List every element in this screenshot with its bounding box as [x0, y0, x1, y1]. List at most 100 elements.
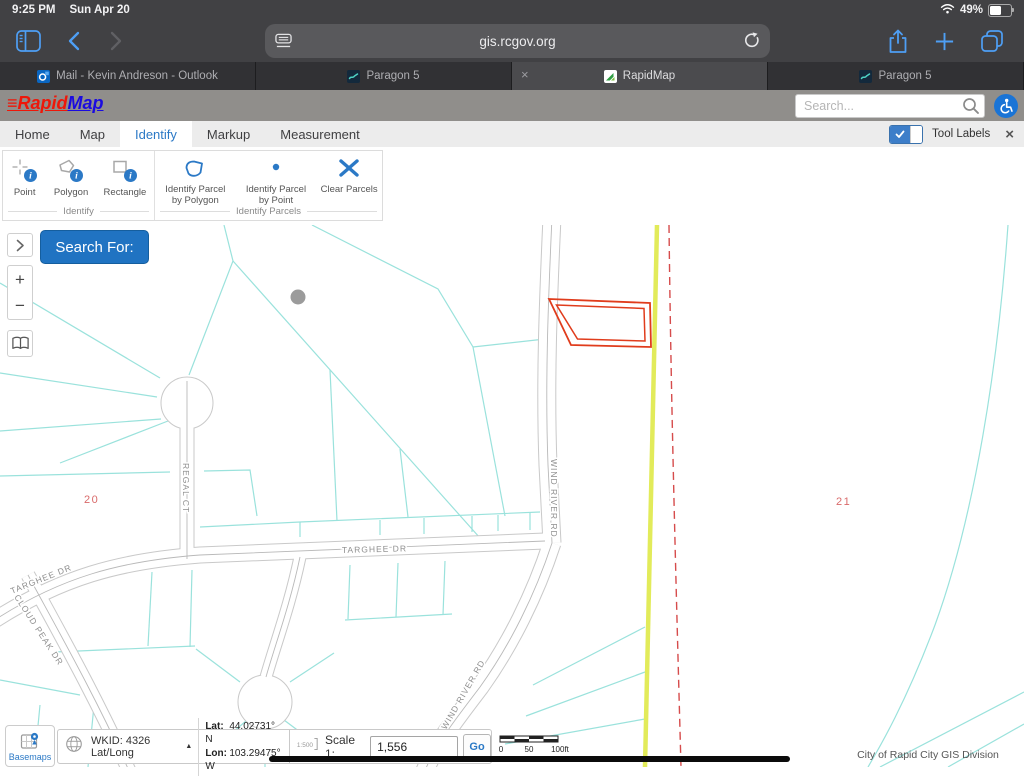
- basemaps-button[interactable]: Basemaps: [5, 725, 55, 767]
- home-indicator: [269, 756, 790, 762]
- svg-text:0: 0: [499, 745, 504, 754]
- menu-bar: Home Map Identify Markup Measurement Too…: [0, 121, 1024, 147]
- wifi-icon: [940, 3, 955, 17]
- zoom-in-button[interactable]: +: [7, 265, 33, 293]
- rapidmap-favicon: [603, 69, 617, 83]
- street-label-wind-river-upper: WIND RIVER RD: [549, 459, 559, 538]
- parcel-numbers: 20 21: [83, 493, 851, 509]
- share-icon[interactable]: [888, 29, 908, 54]
- page-settings-icon[interactable]: [275, 33, 292, 52]
- scale-bar: 0 50 100ft: [499, 735, 570, 754]
- bookmarks-button[interactable]: [7, 330, 33, 357]
- ribbon-toolbar: i Point i Polygon i Rectangle Identify I…: [0, 147, 1024, 225]
- sidebar-icon[interactable]: [16, 30, 41, 52]
- tab-markup[interactable]: Markup: [192, 121, 265, 147]
- scale-input[interactable]: [370, 735, 459, 758]
- expand-panel-button[interactable]: [7, 233, 33, 257]
- tab-title: Paragon 5: [878, 70, 932, 82]
- tab-map[interactable]: Map: [65, 121, 120, 147]
- accessibility-button[interactable]: [994, 94, 1018, 118]
- parcel-number-20: 20: [84, 494, 99, 506]
- city-limit-line: [642, 225, 660, 767]
- url-text: gis.rcgov.org: [479, 33, 556, 49]
- paragon-favicon: [859, 69, 873, 83]
- status-bar: 9:25 PM Sun Apr 20 49%: [0, 0, 1024, 20]
- street-label-targhee: TARGHEE DR: [342, 543, 407, 555]
- search-input[interactable]: [795, 94, 985, 118]
- svg-text:1:500: 1:500: [297, 742, 314, 749]
- wheelchair-icon: [1000, 98, 1013, 114]
- battery-icon: [988, 3, 1014, 17]
- map-attribution: City of Rapid City GIS Division: [857, 749, 999, 761]
- chevron-right-icon: [16, 239, 24, 251]
- identify-parcels-group: Identify Parcel by Polygon Identify Parc…: [155, 151, 382, 220]
- tool-labels-label: Tool Labels: [932, 128, 991, 140]
- clear-x-icon: [339, 159, 359, 177]
- book-icon: [11, 336, 29, 349]
- reload-icon[interactable]: [743, 32, 760, 52]
- map-point-marker: [290, 289, 306, 305]
- app-header: ≡RapidMap: [0, 90, 1024, 121]
- clear-parcels-button[interactable]: Clear Parcels: [321, 158, 378, 195]
- tab-title: Mail - Kevin Andreson - Outlook: [56, 70, 218, 82]
- tool-labels-toggle[interactable]: [889, 124, 924, 144]
- identify-rectangle-button[interactable]: i Rectangle: [104, 158, 146, 198]
- coordinates-panel: WKID: 4326 Lat/Long ▲ Lat: 44.02731° N Lo…: [57, 717, 290, 776]
- back-icon[interactable]: [67, 31, 81, 51]
- projection-icon: [58, 734, 87, 759]
- map-area: TARGHEE DR TARGHEE DR CLOUD PEAK DR REGA…: [0, 225, 1024, 767]
- tab-mail-outlook[interactable]: Mail - Kevin Andreson - Outlook: [0, 62, 256, 90]
- identify-polygon-button[interactable]: i Polygon: [54, 158, 88, 198]
- svg-text:50: 50: [525, 745, 534, 754]
- address-bar[interactable]: gis.rcgov.org: [265, 24, 770, 58]
- app-search: [795, 94, 985, 118]
- tab-measurement[interactable]: Measurement: [265, 121, 374, 147]
- close-tab-icon[interactable]: ×: [521, 67, 529, 83]
- tab-identify[interactable]: Identify: [119, 121, 192, 147]
- svg-text:i: i: [29, 172, 32, 182]
- tab-paragon-2[interactable]: Paragon 5: [768, 62, 1024, 90]
- identify-point-button[interactable]: i Point: [11, 158, 39, 198]
- paragon-favicon: [347, 69, 361, 83]
- boundary-dashed-line: [668, 225, 682, 767]
- blue-polygon-icon: [185, 160, 204, 177]
- rectangle-icon: i: [113, 160, 137, 182]
- tab-paragon-1[interactable]: Paragon 5: [256, 62, 512, 90]
- basemap-pin-icon: [20, 732, 38, 749]
- identify-parcel-by-polygon-button[interactable]: Identify Parcel by Polygon: [159, 158, 231, 207]
- battery-percent: 49%: [959, 4, 983, 16]
- svg-text:i: i: [75, 172, 78, 182]
- svg-text:i: i: [129, 172, 132, 182]
- identify-group-label: Identify: [8, 206, 149, 217]
- new-tab-icon[interactable]: [934, 31, 955, 52]
- blue-point-icon: [272, 163, 280, 171]
- map-canvas[interactable]: TARGHEE DR TARGHEE DR CLOUD PEAK DR REGA…: [0, 225, 1024, 767]
- search-icon[interactable]: [962, 97, 980, 120]
- tab-home[interactable]: Home: [0, 121, 65, 147]
- browser-toolbar: gis.rcgov.org: [0, 20, 1024, 62]
- check-icon: [890, 125, 911, 143]
- parcel-number-21: 21: [836, 496, 851, 508]
- parcel-lines: [0, 225, 1024, 767]
- point-crosshair-icon: i: [12, 159, 37, 182]
- clock: 9:25 PM: [12, 4, 56, 16]
- tab-strip: Mail - Kevin Andreson - Outlook Paragon …: [0, 62, 1024, 90]
- tab-rapidmap[interactable]: × RapidMap: [512, 62, 768, 90]
- close-toolbar-icon[interactable]: ×: [999, 126, 1014, 143]
- tab-title: Paragon 5: [366, 70, 420, 82]
- identify-parcels-group-label: Identify Parcels: [160, 206, 377, 217]
- forward-icon[interactable]: [109, 31, 123, 51]
- tab-title: RapidMap: [622, 70, 676, 82]
- zoom-out-button[interactable]: −: [7, 292, 33, 320]
- search-for-button[interactable]: Search For:: [40, 230, 149, 264]
- tabs-overview-icon[interactable]: [980, 30, 1004, 52]
- street-label-regal-ct: REGAL CT: [181, 463, 191, 513]
- date: Sun Apr 20: [69, 4, 130, 16]
- outlook-favicon: [37, 69, 51, 83]
- dropdown-arrow-icon: ▲: [185, 743, 193, 750]
- selected-parcel-outline: [547, 298, 652, 348]
- scale-icon: 1:500: [290, 735, 321, 758]
- wkid-selector[interactable]: WKID: 4326 Lat/Long ▲: [87, 735, 198, 759]
- svg-text:100ft: 100ft: [551, 745, 570, 754]
- identify-parcel-by-point-button[interactable]: Identify Parcel by Point: [240, 158, 312, 207]
